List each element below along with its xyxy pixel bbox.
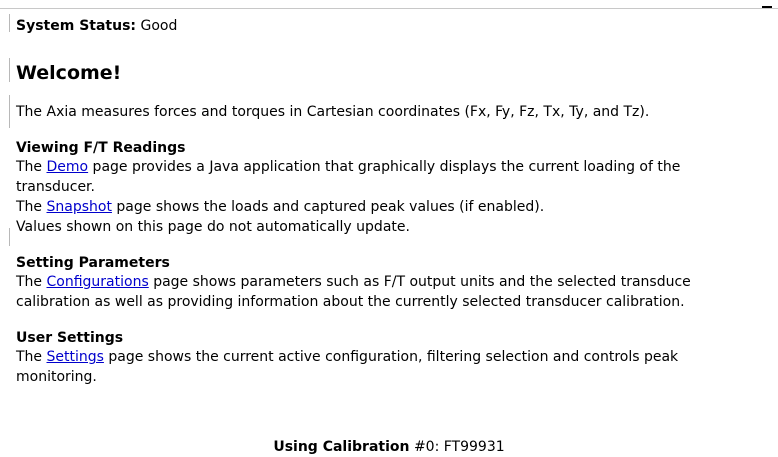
text: page shows the loads and captured peak v… xyxy=(111,199,545,215)
calibration-label: Using Calibration xyxy=(273,439,410,455)
configurations-link[interactable]: Configurations xyxy=(47,274,149,290)
calibration-status: Using Calibration #0: FT99931 xyxy=(0,437,778,457)
text: The xyxy=(16,199,47,215)
update-note: Values shown on this page do not automat… xyxy=(16,219,410,235)
section-heading: Viewing F/T Readings xyxy=(16,140,186,156)
text: The xyxy=(16,349,47,365)
section-heading: Setting Parameters xyxy=(16,255,170,271)
left-edge-line xyxy=(9,14,10,32)
corner-dash xyxy=(762,6,772,8)
left-edge-line xyxy=(9,95,10,128)
snapshot-paragraph: The Snapshot page shows the loads and ca… xyxy=(16,197,778,237)
text: The xyxy=(16,274,47,290)
settings-paragraph: The Settings page shows the current acti… xyxy=(16,347,778,387)
demo-paragraph: The Demo page provides a Java applicatio… xyxy=(16,157,778,197)
section-setting-parameters: Setting Parameters The Configurations pa… xyxy=(16,255,778,312)
text: The xyxy=(16,159,47,175)
section-user-settings: User Settings The Settings page shows th… xyxy=(16,330,778,387)
text: page shows the current active configurat… xyxy=(103,349,679,365)
text: monitoring. xyxy=(16,369,97,385)
system-status-label: System Status: xyxy=(16,18,137,34)
top-divider xyxy=(0,8,778,9)
text: page provides a Java application that gr… xyxy=(88,159,681,175)
page-title: Welcome! xyxy=(16,62,122,84)
calibration-value: #0: FT99931 xyxy=(413,439,505,455)
configurations-paragraph: The Configurations page shows parameters… xyxy=(16,272,778,312)
system-status: System Status: Good xyxy=(16,16,778,36)
left-edge-line xyxy=(9,228,10,246)
section-viewing-readings: Viewing F/T Readings The Demo page provi… xyxy=(16,140,778,237)
left-edge-line xyxy=(9,58,10,82)
section-heading: User Settings xyxy=(16,330,124,346)
system-status-value: Good xyxy=(140,18,178,34)
settings-link[interactable]: Settings xyxy=(47,349,104,365)
main-content: System Status: Good Welcome! The Axia me… xyxy=(16,16,778,387)
snapshot-link[interactable]: Snapshot xyxy=(47,199,112,215)
text: calibration as well as providing informa… xyxy=(16,294,685,310)
demo-link[interactable]: Demo xyxy=(47,159,89,175)
text: page shows parameters such as F/T output… xyxy=(148,274,691,290)
intro-text: The Axia measures forces and torques in … xyxy=(16,104,650,120)
text: transducer. xyxy=(16,179,95,195)
